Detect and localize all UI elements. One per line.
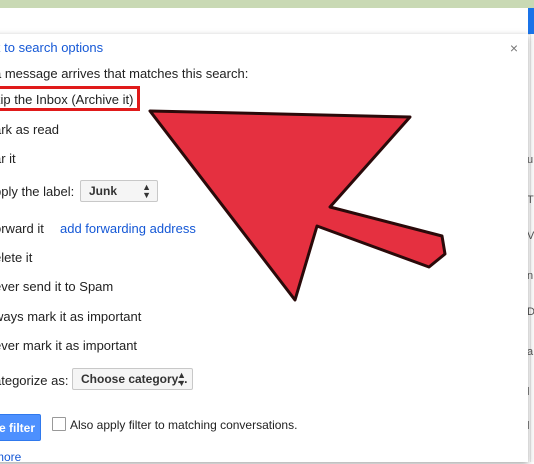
red-pointer-arrow-icon	[148, 109, 447, 302]
